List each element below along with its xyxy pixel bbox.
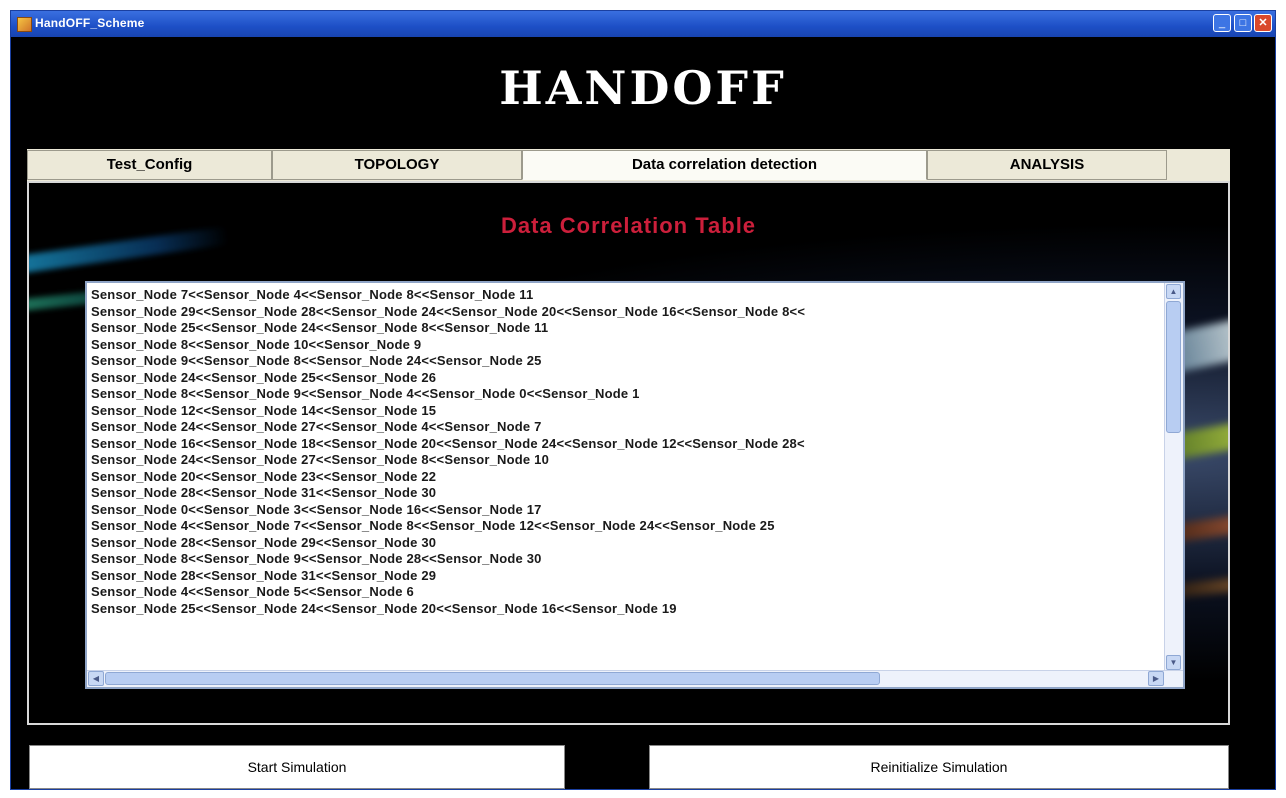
list-item[interactable]: Sensor_Node 7<<Sensor_Node 4<<Sensor_Nod…: [91, 287, 1163, 304]
close-button[interactable]: ✕: [1254, 14, 1272, 32]
maximize-button[interactable]: □: [1234, 14, 1252, 32]
title-bar[interactable]: HandOFF_Scheme _ □ ✕: [11, 11, 1275, 37]
list-item[interactable]: Sensor_Node 4<<Sensor_Node 7<<Sensor_Nod…: [91, 518, 1163, 535]
banner: HANDOFF: [11, 37, 1275, 149]
horizontal-scroll-thumb[interactable]: [105, 672, 880, 685]
list-item[interactable]: Sensor_Node 24<<Sensor_Node 27<<Sensor_N…: [91, 452, 1163, 469]
list-item[interactable]: Sensor_Node 28<<Sensor_Node 31<<Sensor_N…: [91, 485, 1163, 502]
list-item[interactable]: Sensor_Node 20<<Sensor_Node 23<<Sensor_N…: [91, 469, 1163, 486]
list-item[interactable]: Sensor_Node 16<<Sensor_Node 18<<Sensor_N…: [91, 436, 1163, 453]
scroll-left-icon[interactable]: ◀: [88, 671, 104, 686]
tab-test-config[interactable]: Test_Config: [27, 150, 272, 180]
list-item[interactable]: Sensor_Node 28<<Sensor_Node 29<<Sensor_N…: [91, 535, 1163, 552]
vertical-scrollbar[interactable]: ▲ ▼: [1164, 283, 1183, 671]
tab-strip: Test_Config TOPOLOGY Data correlation de…: [27, 149, 1230, 181]
data-correlation-listbox[interactable]: Sensor_Node 7<<Sensor_Node 4<<Sensor_Nod…: [85, 281, 1185, 689]
tab-analysis[interactable]: ANALYSIS: [927, 150, 1167, 180]
tab-data-correlation-detection[interactable]: Data correlation detection: [522, 150, 927, 180]
list-item[interactable]: Sensor_Node 28<<Sensor_Node 31<<Sensor_N…: [91, 568, 1163, 585]
window-title: HandOFF_Scheme: [35, 16, 145, 30]
scroll-up-icon[interactable]: ▲: [1166, 284, 1181, 299]
scroll-down-icon[interactable]: ▼: [1166, 655, 1181, 670]
list-item[interactable]: Sensor_Node 12<<Sensor_Node 14<<Sensor_N…: [91, 403, 1163, 420]
list-item[interactable]: Sensor_Node 8<<Sensor_Node 9<<Sensor_Nod…: [91, 386, 1163, 403]
app-window: HandOFF_Scheme _ □ ✕ HANDOFF Test_Config…: [10, 10, 1276, 790]
list-item[interactable]: Sensor_Node 8<<Sensor_Node 9<<Sensor_Nod…: [91, 551, 1163, 568]
reinitialize-simulation-button[interactable]: Reinitialize Simulation: [649, 745, 1229, 789]
listbox-content: Sensor_Node 7<<Sensor_Node 4<<Sensor_Nod…: [91, 287, 1163, 669]
minimize-button[interactable]: _: [1213, 14, 1231, 32]
list-item[interactable]: Sensor_Node 24<<Sensor_Node 25<<Sensor_N…: [91, 370, 1163, 387]
tab-topology[interactable]: TOPOLOGY: [272, 150, 522, 180]
start-simulation-button[interactable]: Start Simulation: [29, 745, 565, 789]
data-correlation-panel: Data Correlation Table Sensor_Node 7<<Se…: [27, 181, 1230, 725]
list-item[interactable]: Sensor_Node 0<<Sensor_Node 3<<Sensor_Nod…: [91, 502, 1163, 519]
vertical-scroll-thumb[interactable]: [1166, 301, 1181, 433]
list-item[interactable]: Sensor_Node 25<<Sensor_Node 24<<Sensor_N…: [91, 320, 1163, 337]
list-item[interactable]: Sensor_Node 29<<Sensor_Node 28<<Sensor_N…: [91, 304, 1163, 321]
data-correlation-title: Data Correlation Table: [500, 213, 757, 238]
scroll-right-icon[interactable]: ▶: [1148, 671, 1164, 686]
horizontal-scrollbar[interactable]: ◀ ▶: [87, 670, 1183, 687]
app-icon: [17, 17, 32, 32]
list-item[interactable]: Sensor_Node 25<<Sensor_Node 24<<Sensor_N…: [91, 601, 1163, 618]
list-item[interactable]: Sensor_Node 4<<Sensor_Node 5<<Sensor_Nod…: [91, 584, 1163, 601]
app-heading: HANDOFF: [499, 61, 787, 115]
list-item[interactable]: Sensor_Node 24<<Sensor_Node 27<<Sensor_N…: [91, 419, 1163, 436]
list-item[interactable]: Sensor_Node 8<<Sensor_Node 10<<Sensor_No…: [91, 337, 1163, 354]
list-item[interactable]: Sensor_Node 9<<Sensor_Node 8<<Sensor_Nod…: [91, 353, 1163, 370]
